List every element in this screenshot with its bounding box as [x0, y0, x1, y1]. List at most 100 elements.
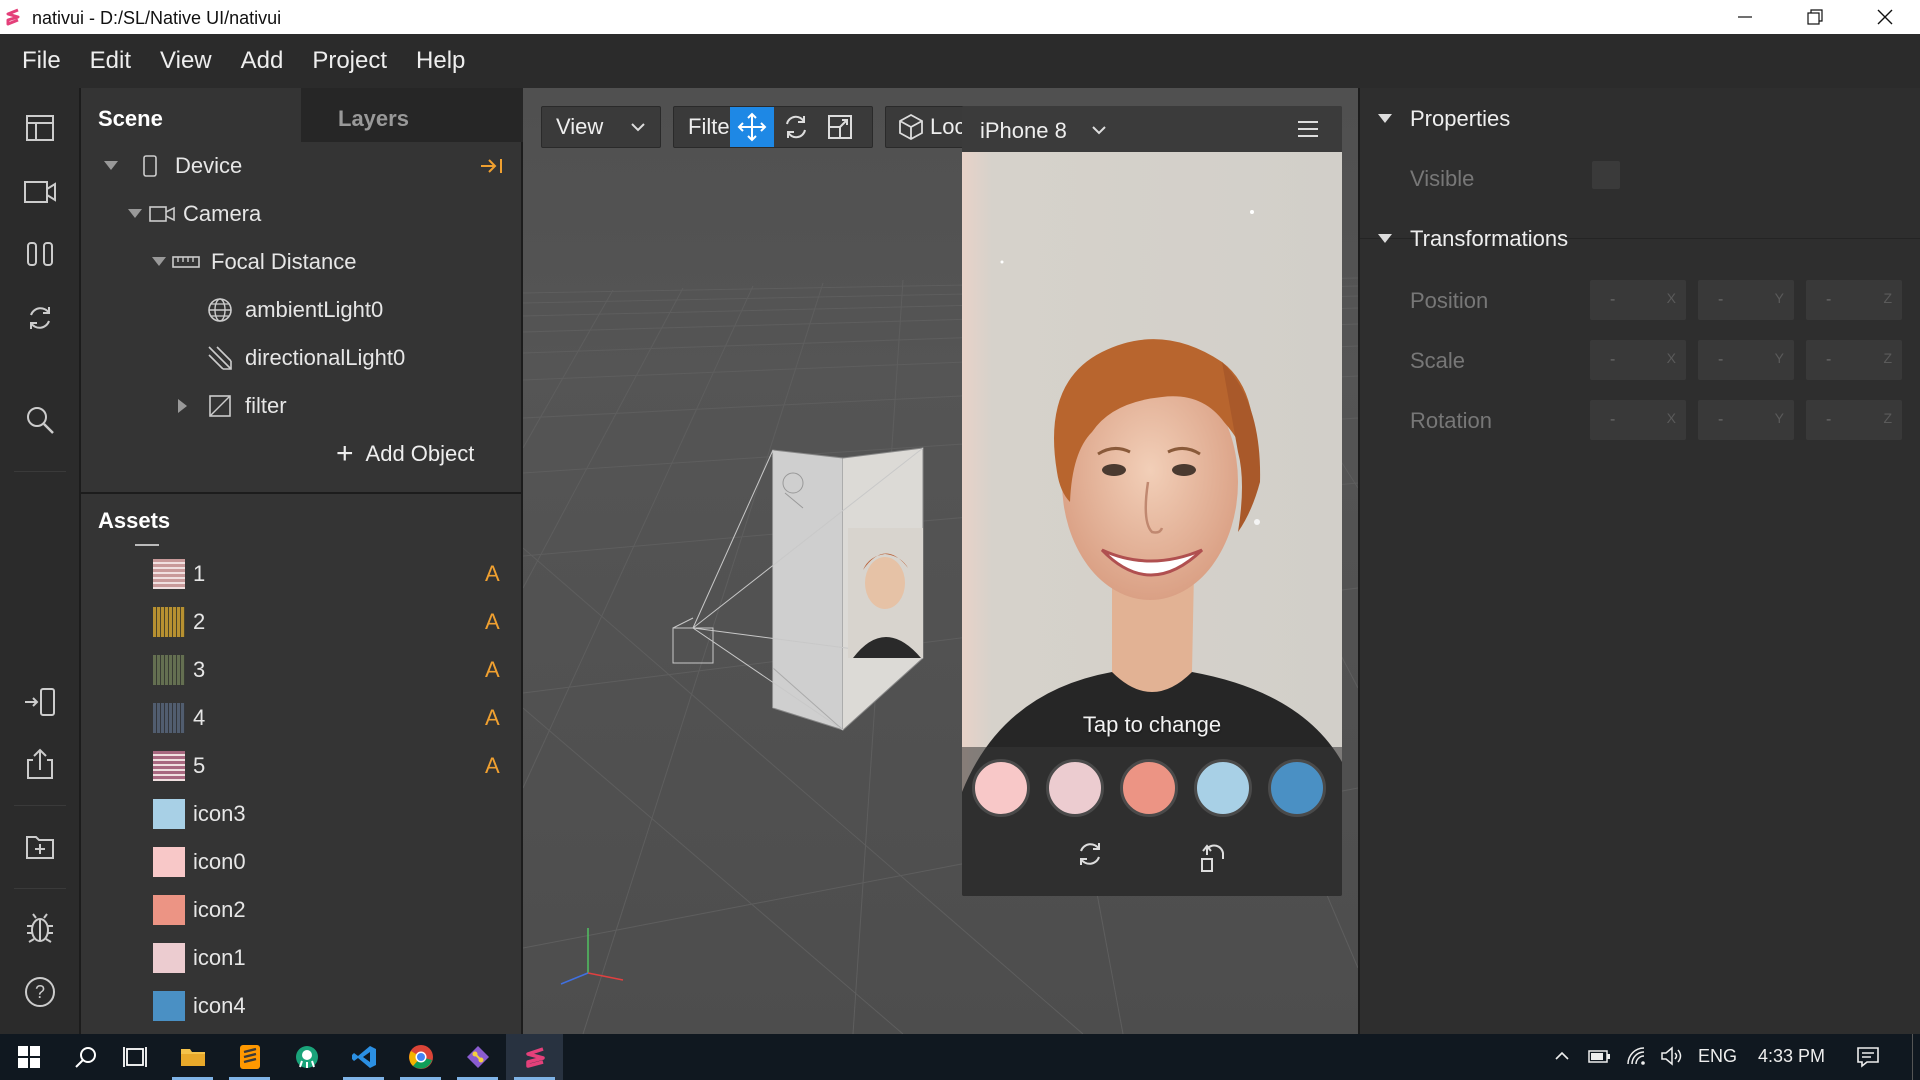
- switch-camera-icon[interactable]: [1075, 839, 1105, 869]
- asset-item[interactable]: icon4: [153, 988, 521, 1024]
- collapse-arrow-icon[interactable]: [171, 399, 195, 413]
- rotation-y-field[interactable]: -Y: [1698, 400, 1794, 440]
- nativui-taskbar[interactable]: [506, 1034, 563, 1080]
- globe-icon: [205, 296, 235, 324]
- properties-section-header[interactable]: Properties: [1378, 104, 1510, 134]
- scale-z-field[interactable]: -Z: [1806, 340, 1902, 380]
- git-tool-taskbar[interactable]: [449, 1034, 506, 1080]
- rotation-x-field[interactable]: -X: [1590, 400, 1686, 440]
- search-icon: [74, 1047, 96, 1068]
- rotation-z-field[interactable]: -Z: [1806, 400, 1902, 440]
- asset-item[interactable]: 1A: [153, 556, 521, 592]
- tree-item-directional-light[interactable]: directionalLight0: [205, 338, 405, 378]
- restore-button[interactable]: [1780, 0, 1850, 34]
- asset-item[interactable]: 4A: [153, 700, 521, 736]
- scale-icon: [828, 115, 852, 139]
- menu-help[interactable]: Help: [416, 47, 465, 75]
- chevron-down-icon[interactable]: [1090, 121, 1108, 139]
- asset-item[interactable]: icon3: [153, 796, 521, 832]
- rotate-tool-button[interactable]: [774, 107, 818, 147]
- sublime-taskbar[interactable]: [221, 1034, 278, 1080]
- scale-tool-button[interactable]: [818, 107, 862, 147]
- transformations-section-header[interactable]: Transformations: [1378, 224, 1568, 254]
- wifi-icon[interactable]: [1626, 1046, 1650, 1066]
- battery-icon[interactable]: [1588, 1046, 1612, 1066]
- asset-label: icon3: [193, 801, 246, 826]
- position-z-field[interactable]: -Z: [1806, 280, 1902, 320]
- expand-arrow-icon[interactable]: [147, 257, 171, 267]
- expand-arrow-icon[interactable]: [99, 161, 123, 171]
- asset-item[interactable]: icon0: [153, 844, 521, 880]
- tree-item-filter[interactable]: filter: [171, 386, 287, 426]
- pin-panel-icon[interactable]: [479, 156, 505, 176]
- add-object-button[interactable]: + Add Object: [336, 436, 474, 472]
- vscode-taskbar[interactable]: [335, 1034, 392, 1080]
- video-button[interactable]: [20, 172, 60, 212]
- camera-preview[interactable]: Tap to change: [962, 152, 1342, 827]
- asset-item[interactable]: 3A: [153, 652, 521, 688]
- tree-item-focal-distance[interactable]: Focal Distance: [147, 242, 357, 282]
- scale-y-field[interactable]: -Y: [1698, 340, 1794, 380]
- tree-item-camera[interactable]: Camera: [123, 194, 261, 234]
- tree-item-device[interactable]: Device: [99, 146, 242, 186]
- view-dropdown[interactable]: View: [541, 106, 661, 148]
- menu-add[interactable]: Add: [241, 47, 284, 75]
- split-view-button[interactable]: [20, 234, 60, 274]
- color-swatch[interactable]: [1268, 759, 1326, 817]
- layout-button[interactable]: [20, 108, 60, 148]
- color-swatch[interactable]: [1120, 759, 1178, 817]
- color-swatch[interactable]: [972, 759, 1030, 817]
- plane-icon: [205, 392, 235, 420]
- expand-arrow-icon[interactable]: [123, 209, 147, 219]
- search-button[interactable]: [20, 400, 60, 440]
- asset-item[interactable]: icon2: [153, 892, 521, 928]
- asset-item[interactable]: icon1: [153, 940, 521, 976]
- scene-viewport[interactable]: View Filter Local iPhone 8: [523, 88, 1358, 1034]
- start-button[interactable]: [0, 1034, 57, 1080]
- device-select-label[interactable]: iPhone 8: [980, 118, 1067, 144]
- filter-label[interactable]: Filter: [688, 114, 730, 140]
- notifications-icon[interactable]: [1856, 1046, 1880, 1068]
- asset-item[interactable]: 5A: [153, 748, 521, 784]
- debug-button[interactable]: [20, 908, 60, 948]
- color-swatch[interactable]: [1046, 759, 1104, 817]
- show-desktop-divider[interactable]: [1912, 1034, 1913, 1080]
- tray-overflow-icon[interactable]: [1553, 1046, 1571, 1066]
- minimize-button[interactable]: [1710, 0, 1780, 34]
- git-tool-icon: [466, 1046, 489, 1068]
- visible-checkbox[interactable]: [1592, 161, 1620, 189]
- task-view-button[interactable]: [106, 1034, 163, 1080]
- tab-scene[interactable]: Scene: [81, 88, 301, 142]
- device-import-icon: [25, 688, 55, 716]
- menu-project[interactable]: Project: [312, 47, 387, 75]
- hamburger-menu-icon[interactable]: [1296, 118, 1320, 140]
- transformations-title: Transformations: [1410, 226, 1569, 251]
- split-view-icon: [27, 242, 53, 266]
- position-y-field[interactable]: -Y: [1698, 280, 1794, 320]
- tab-layers[interactable]: Layers: [301, 88, 523, 142]
- add-folder-button[interactable]: [20, 826, 60, 866]
- refresh-button[interactable]: [20, 298, 60, 338]
- position-x-field[interactable]: -X: [1590, 280, 1686, 320]
- scale-label: Scale: [1410, 348, 1466, 373]
- gitkraken-taskbar[interactable]: [278, 1034, 335, 1080]
- menu-edit[interactable]: Edit: [90, 47, 131, 75]
- tree-item-ambient-light[interactable]: ambientLight0: [205, 290, 383, 330]
- file-explorer-taskbar[interactable]: [164, 1034, 221, 1080]
- language-indicator[interactable]: ENG: [1698, 1046, 1737, 1067]
- move-tool-button[interactable]: [730, 107, 774, 147]
- volume-icon[interactable]: [1660, 1046, 1684, 1066]
- menu-file[interactable]: File: [22, 47, 61, 75]
- help-button[interactable]: ?: [20, 972, 60, 1012]
- color-swatch[interactable]: [1194, 759, 1252, 817]
- rotate-device-icon[interactable]: [1199, 839, 1229, 873]
- scale-x-field[interactable]: -X: [1590, 340, 1686, 380]
- menu-view[interactable]: View: [160, 47, 212, 75]
- close-button[interactable]: [1850, 0, 1920, 34]
- clock[interactable]: 4:33 PM: [1758, 1046, 1825, 1067]
- chrome-taskbar[interactable]: [392, 1034, 449, 1080]
- asset-item[interactable]: 2A: [153, 604, 521, 640]
- sidebar-divider: [14, 471, 66, 472]
- import-device-button[interactable]: [20, 682, 60, 722]
- export-button[interactable]: [20, 744, 60, 784]
